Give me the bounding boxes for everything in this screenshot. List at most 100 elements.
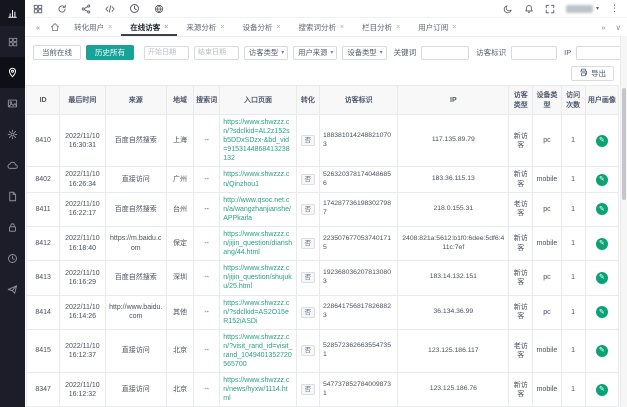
entry-page-link[interactable]: https://www.shwzzz.cn/?visit_rand_id=vis…: [220, 329, 297, 372]
edit-profile-button[interactable]: ✎: [596, 272, 608, 284]
tab-在线访客[interactable]: 在线访客×: [121, 18, 177, 36]
table-cell: pc: [533, 192, 561, 226]
user-profile-cell: ✎: [585, 261, 618, 295]
keyword-input[interactable]: [421, 46, 469, 60]
tabbar-extra: » ∨: [601, 18, 621, 36]
table-cell: mobile: [533, 226, 561, 260]
edit-profile-button[interactable]: ✎: [596, 345, 608, 357]
tab-用户订阅[interactable]: 用户订阅×: [409, 18, 465, 36]
table-cell: 老访客: [509, 192, 533, 226]
close-icon[interactable]: ×: [340, 24, 344, 31]
fullscreen-icon[interactable]: [545, 4, 555, 14]
table-cell: --: [194, 167, 220, 192]
entry-page-link[interactable]: https://www.shwzzz.cn/jijin_question/shu…: [220, 261, 297, 295]
close-icon[interactable]: ×: [220, 24, 224, 31]
keyword-label: 关键词: [394, 47, 417, 58]
close-icon[interactable]: ×: [276, 24, 280, 31]
printer-icon: [579, 68, 588, 79]
end-date-input[interactable]: [194, 46, 239, 60]
table-cell: 1: [561, 295, 585, 329]
share-icon[interactable]: [81, 4, 91, 14]
entry-page-link[interactable]: https://www.shwzzz.cn/jijin_question/dia…: [220, 226, 297, 260]
tab-collapse-icon[interactable]: ∨: [616, 23, 622, 32]
cloud-icon[interactable]: [0, 150, 25, 181]
apps-grid-icon[interactable]: [33, 4, 43, 14]
user-menu[interactable]: ▾: [566, 5, 599, 13]
gear-icon[interactable]: [0, 119, 25, 150]
moon-icon[interactable]: [503, 4, 513, 14]
refresh-icon[interactable]: [57, 4, 67, 14]
edit-profile-button[interactable]: ✎: [596, 238, 608, 250]
converted-cell: 否: [296, 115, 319, 167]
entry-page-link[interactable]: https://www.shwzzz.cn/?sdclkid=AL2z152sb…: [220, 115, 297, 167]
table-cell: 百度自然搜索: [105, 115, 166, 167]
tab-设备分析[interactable]: 设备分析×: [233, 18, 289, 36]
table-cell: 老访客: [509, 329, 533, 372]
column-header: 访问次数: [561, 86, 585, 115]
close-icon[interactable]: ×: [396, 24, 400, 31]
app-logo-icon[interactable]: [0, 0, 25, 26]
table-cell: 新访客: [509, 295, 533, 329]
visitor-id-input[interactable]: [511, 46, 557, 60]
clock-icon[interactable]: [0, 243, 25, 274]
edit-profile-button[interactable]: ✎: [596, 384, 608, 396]
converted-badge: 否: [301, 135, 316, 146]
table-cell: --: [194, 226, 220, 260]
history-all-button[interactable]: 历史所有: [86, 45, 134, 60]
image-icon[interactable]: [0, 88, 25, 119]
entry-page-link[interactable]: https://www.shwzzz.cn/news/hyxw/1114.htm…: [220, 373, 297, 407]
tab-搜索词分析[interactable]: 搜索词分析×: [290, 18, 354, 36]
topbar-left-icons: [33, 3, 164, 14]
edit-profile-button[interactable]: ✎: [596, 306, 608, 318]
visitor-type-select[interactable]: 访客类型▾: [244, 46, 288, 60]
table-cell: 新访客: [509, 261, 533, 295]
ip-cell: 183.36.115.13: [398, 167, 509, 192]
export-row: 导出: [25, 62, 620, 85]
table-row: 84112022/11/10 16:22:17百度自然搜索台州--http://…: [27, 192, 619, 226]
vertical-scrollbar[interactable]: [620, 36, 627, 407]
tab-来源分析[interactable]: 来源分析×: [177, 18, 233, 36]
edit-profile-button[interactable]: ✎: [596, 174, 608, 186]
ip-input[interactable]: [576, 46, 624, 60]
edit-profile-button[interactable]: ✎: [596, 203, 608, 215]
code-icon[interactable]: [105, 4, 115, 14]
close-icon[interactable]: ×: [108, 24, 112, 31]
lock-icon[interactable]: [0, 212, 25, 243]
topbar: ▾ ⋮: [25, 0, 627, 18]
tab-转化用户[interactable]: 转化用户×: [65, 18, 121, 36]
entry-page-link[interactable]: https://www.shwzzz.cn/?sdclkid=AS2O15eR1…: [220, 295, 297, 329]
table-cell: 8347: [27, 373, 60, 407]
scrollbar-thumb[interactable]: [622, 88, 626, 200]
edit-profile-button[interactable]: ✎: [596, 135, 608, 147]
clock-icon[interactable]: [129, 3, 140, 14]
globe-icon[interactable]: [154, 4, 164, 14]
collapse-sidebar-icon[interactable]: «: [31, 18, 45, 36]
user-profile-cell: ✎: [585, 167, 618, 192]
apps-grid-icon[interactable]: [0, 26, 25, 57]
user-source-select[interactable]: 用户来源▾: [293, 46, 337, 60]
visitor-id-cell: 5477378527840098731: [319, 373, 398, 407]
device-type-select[interactable]: 设备类型▾: [342, 46, 386, 60]
visitor-id-cell: 1742877361983027987: [319, 192, 398, 226]
user-profile-cell: ✎: [585, 373, 618, 407]
document-icon[interactable]: [0, 181, 25, 212]
location-pin-icon[interactable]: [0, 57, 25, 88]
tab-overflow-icon[interactable]: »: [601, 23, 605, 32]
close-icon[interactable]: ×: [164, 24, 168, 31]
column-header: ID: [27, 86, 60, 115]
entry-page-link[interactable]: http://www.qsoc.net.cn/a/wangzhanjianshe…: [220, 192, 297, 226]
current-online-button[interactable]: 当前在线: [33, 45, 81, 60]
table-cell: 8412: [27, 226, 60, 260]
entry-page-link[interactable]: https://www.shwzzz.cn/Qinzhou1: [220, 167, 297, 192]
start-date-input[interactable]: [144, 46, 189, 60]
bell-icon[interactable]: [524, 4, 534, 14]
send-icon[interactable]: [0, 274, 25, 305]
more-vertical-icon[interactable]: ⋮: [610, 3, 619, 14]
export-button[interactable]: 导出: [571, 66, 614, 81]
tab-栏目分析[interactable]: 栏目分析×: [353, 18, 409, 36]
home-icon[interactable]: [45, 18, 65, 36]
close-icon[interactable]: ×: [452, 24, 456, 31]
converted-cell: 否: [296, 261, 319, 295]
visitor-id-cell: 1883810142488210703: [319, 115, 398, 167]
converted-badge: 否: [301, 307, 316, 318]
